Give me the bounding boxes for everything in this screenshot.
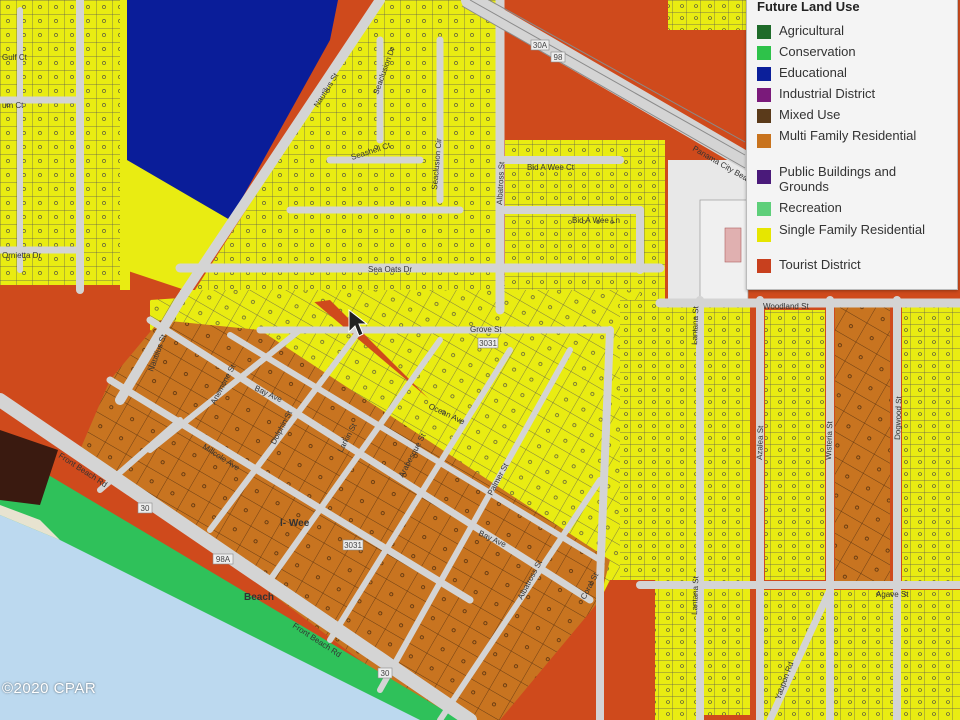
future-land-use-legend: Future Land Use Agricultural Conservatio… bbox=[746, 0, 958, 290]
legend-swatch bbox=[757, 202, 771, 216]
place-label-wee: l- Wee bbox=[280, 518, 310, 529]
legend-swatch bbox=[757, 25, 771, 39]
street-label-lantana-north: Lantana St bbox=[690, 305, 700, 345]
route-30-label-west: 30 bbox=[141, 504, 150, 513]
legend-swatch bbox=[757, 46, 771, 60]
legend-item-conservation[interactable]: Conservation bbox=[757, 44, 939, 60]
street-label-bid-a-wee-ct: Bid A Wee Ct bbox=[527, 163, 575, 172]
place-label-beach: Beach bbox=[244, 592, 274, 603]
legend-label: Multi Family Residential bbox=[779, 128, 917, 143]
legend-swatch bbox=[757, 134, 771, 148]
residential-lantana-area bbox=[700, 305, 750, 715]
legend-title: Future Land Use bbox=[757, 0, 860, 14]
legend-swatch bbox=[757, 228, 771, 242]
legend-item-agricultural[interactable]: Agricultural bbox=[757, 23, 939, 39]
legend-item-industrial-district[interactable]: Industrial District bbox=[757, 86, 939, 102]
street-label-woodland-st: Woodland St bbox=[763, 302, 809, 311]
legend-item-recreation[interactable]: Recreation bbox=[757, 200, 939, 216]
legend-swatch bbox=[757, 88, 771, 102]
route-98-label: 98 bbox=[554, 53, 563, 62]
street-label-marietta-dr: Ornietta Dr bbox=[2, 251, 41, 260]
legend-item-single-family-residential[interactable]: Single Family Residential bbox=[757, 222, 939, 242]
street-label-agave-st: Agave St bbox=[876, 590, 909, 599]
street-label-wisteria-st: Wisteria St bbox=[824, 420, 834, 460]
legend-label: Recreation bbox=[779, 200, 842, 215]
legend-label: Conservation bbox=[779, 44, 856, 59]
route-30a-label: 30A bbox=[533, 41, 548, 50]
legend-item-public-buildings[interactable]: Public Buildings and Grounds bbox=[757, 164, 939, 194]
route-3031-label: 3031 bbox=[479, 339, 497, 348]
residential-dogwood-area bbox=[902, 300, 960, 585]
route-30-label-east: 30 bbox=[381, 669, 390, 678]
legend-item-mixed-use[interactable]: Mixed Use bbox=[757, 107, 939, 123]
street-label-azalea-st: Azalea St bbox=[755, 425, 765, 460]
residential-agave-area bbox=[760, 590, 960, 720]
street-label-dogwood-st: Dogwood St bbox=[893, 395, 904, 440]
legend-label: Agricultural bbox=[779, 23, 845, 38]
legend-item-multi-family-residential[interactable]: Multi Family Residential bbox=[757, 128, 939, 148]
street-label-lantana-south: Lantana St bbox=[690, 575, 700, 615]
street-label-grove-st: Grove St bbox=[470, 325, 502, 334]
legend-label: Tourist District bbox=[779, 257, 861, 272]
legend-swatch bbox=[757, 259, 771, 273]
legend-label: Educational bbox=[779, 65, 847, 80]
legend-label: Single Family Residential bbox=[779, 222, 925, 237]
copyright-text: ©2020 CPAR bbox=[2, 680, 97, 697]
legend-swatch bbox=[757, 170, 771, 184]
legend-label: Public Buildings and Grounds bbox=[779, 164, 897, 194]
multi-family-wisteria-area bbox=[835, 300, 890, 585]
street-label-um-ct: um Ct bbox=[2, 101, 24, 110]
residential-azalea-area bbox=[765, 310, 825, 580]
legend-label: Industrial District bbox=[779, 86, 876, 101]
street-label-sea-oats-dr: Sea Oats Dr bbox=[368, 265, 412, 274]
route-3031-label-south: 3031 bbox=[344, 541, 362, 550]
map-view[interactable]: 30A 98 3031 3031 30 98A 30 Nautilus St N… bbox=[0, 0, 960, 720]
legend-swatch bbox=[757, 109, 771, 123]
legend-item-tourist-district[interactable]: Tourist District bbox=[757, 257, 939, 273]
street-label-gulf-ct: Gulf Ct bbox=[2, 53, 28, 62]
legend-label: Mixed Use bbox=[779, 107, 841, 122]
legend-item-educational[interactable]: Educational bbox=[757, 65, 939, 81]
street-label-bid-a-wee-ln: Bid A Wee Ln bbox=[572, 216, 620, 225]
route-98a-label: 98A bbox=[216, 555, 231, 564]
legend-swatch bbox=[757, 67, 771, 81]
